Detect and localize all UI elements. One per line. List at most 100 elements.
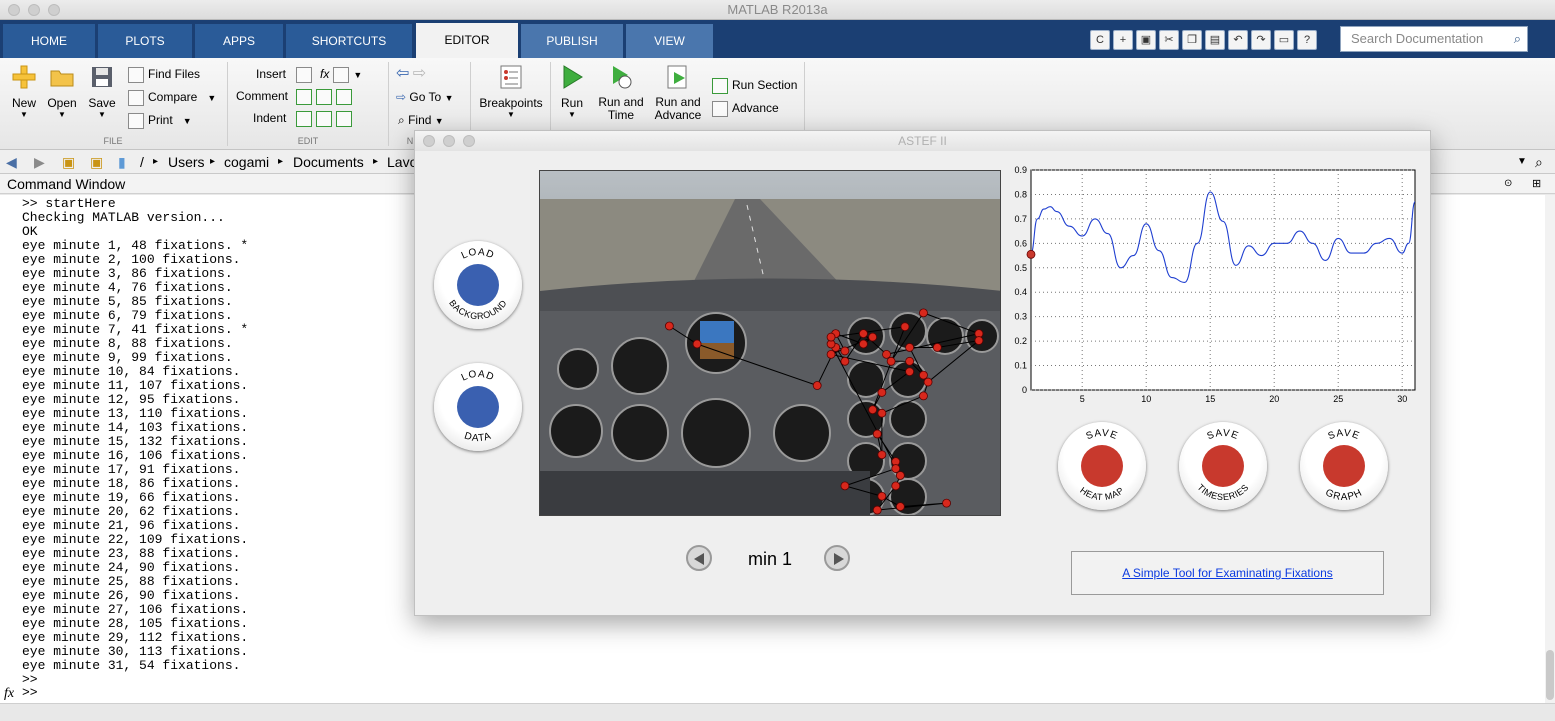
scrollbar-thumb[interactable]: [1546, 650, 1554, 700]
zoom-window-button[interactable]: [48, 4, 60, 16]
go-to-button[interactable]: ⇨ Go To ▼: [396, 87, 453, 107]
save-graph-button[interactable]: SAVE GRAPH: [1300, 422, 1388, 510]
load-background-button[interactable]: LOAD BACKGROUND: [434, 241, 522, 329]
window-title: MATLAB R2013a: [727, 2, 828, 17]
svg-text:SAVE: SAVE: [1085, 428, 1120, 442]
tab-plots[interactable]: PLOTS: [98, 24, 192, 58]
forward-arrow-icon[interactable]: ▶: [34, 150, 45, 174]
find-files-icon: [128, 66, 144, 83]
path-segment[interactable]: cogami: [224, 150, 269, 174]
astef-title: ASTEF II: [898, 134, 947, 148]
run-section-button[interactable]: Run Section: [712, 75, 797, 95]
back-arrow-icon[interactable]: ⇦: [396, 65, 409, 82]
up-folder-icon[interactable]: ▣: [62, 150, 75, 174]
fx-icon[interactable]: fx: [320, 67, 329, 81]
run-and-time-icon: [608, 64, 634, 90]
command-window-title: Command Window: [7, 176, 126, 192]
comment-icon[interactable]: [296, 88, 312, 105]
minimize-window-button[interactable]: [28, 4, 40, 16]
zoom-window-button[interactable]: [463, 135, 475, 147]
minimize-window-button[interactable]: [443, 135, 455, 147]
svg-text:SAVE: SAVE: [1327, 428, 1362, 442]
command-output-line: eye minute 10, 84 fixations.: [22, 364, 241, 379]
tab-view[interactable]: VIEW: [626, 24, 713, 58]
command-prompt[interactable]: >>: [22, 685, 38, 700]
tab-editor[interactable]: EDITOR: [416, 23, 518, 58]
search-documentation-field[interactable]: Search Documentation ⌕: [1340, 26, 1528, 52]
cockpit-background-image: [539, 170, 1001, 516]
tab-apps[interactable]: APPS: [195, 24, 283, 58]
about-link[interactable]: A Simple Tool for Examinating Fixations: [1122, 566, 1333, 580]
redo-icon[interactable]: ↷: [1251, 30, 1271, 50]
smart-indent-icon[interactable]: [296, 110, 312, 127]
load-data-button[interactable]: LOAD DATA: [434, 363, 522, 451]
tab-home[interactable]: HOME: [3, 24, 95, 58]
undo-icon[interactable]: ↶: [1228, 30, 1248, 50]
compare-button[interactable]: Compare ▼: [128, 87, 216, 107]
cut-icon[interactable]: ✂: [1159, 30, 1179, 50]
new-script-icon[interactable]: +: [1113, 30, 1133, 50]
uncomment-icon[interactable]: [316, 88, 332, 105]
comment-button[interactable]: Comment: [236, 86, 288, 106]
x-tick-label: 10: [1141, 394, 1151, 404]
go-to-icon: ⇨: [396, 90, 407, 104]
command-output-line: eye minute 24, 90 fixations.: [22, 560, 241, 575]
help-icon[interactable]: ?: [1297, 30, 1317, 50]
y-tick-label: 0.2: [1014, 336, 1027, 346]
fixation-point: [858, 329, 868, 339]
path-segment[interactable]: Lavo: [387, 150, 417, 174]
maximize-panel-icon[interactable]: ⊞: [1532, 174, 1541, 194]
command-output-line: OK: [22, 224, 38, 239]
advance-button[interactable]: Advance: [712, 98, 779, 118]
browse-folder-icon[interactable]: ▣: [90, 150, 103, 174]
save-button[interactable]: Save ▼: [78, 64, 126, 119]
vertical-scrollbar[interactable]: [1545, 195, 1555, 703]
path-dropdown-icon[interactable]: ▼: [1517, 150, 1527, 174]
quick-access-icon[interactable]: C: [1090, 30, 1110, 50]
next-minute-button[interactable]: [824, 545, 850, 571]
close-window-button[interactable]: [423, 135, 435, 147]
printer-icon: [128, 112, 144, 129]
new-file-icon: [11, 64, 37, 90]
close-window-button[interactable]: [8, 4, 20, 16]
indent-button[interactable]: Indent: [253, 108, 286, 128]
print-button[interactable]: Print ▼: [128, 110, 192, 130]
path-segment[interactable]: Documents: [293, 150, 364, 174]
search-folder-icon[interactable]: ⌕: [1535, 150, 1543, 174]
run-and-time-button[interactable]: Run and Time: [594, 64, 648, 122]
panel-menu-icon[interactable]: ⊙: [1504, 174, 1512, 194]
insert-function-icon[interactable]: [333, 66, 350, 83]
back-arrow-icon[interactable]: ◀: [6, 150, 17, 174]
search-icon[interactable]: ⌕: [1514, 27, 1521, 51]
path-separator-icon: ▸: [278, 156, 284, 167]
find-button[interactable]: ⌕ Find ▼: [398, 110, 444, 130]
group-divider: [227, 62, 228, 146]
run-and-advance-button[interactable]: Run and Advance: [650, 64, 706, 122]
forward-arrow-icon[interactable]: ⇨: [413, 65, 426, 82]
previous-minute-button[interactable]: [686, 545, 712, 571]
run-button[interactable]: Run ▼: [550, 64, 594, 119]
save-heatmap-button[interactable]: SAVE HEAT MAP: [1058, 422, 1146, 510]
find-files-button[interactable]: Find Files: [128, 64, 200, 84]
tab-shortcuts[interactable]: SHORTCUTS: [286, 24, 412, 58]
path-separator-icon: ▸: [153, 156, 159, 167]
increase-indent-icon[interactable]: [316, 110, 332, 127]
save-timeseries-label: SAVE TIMESERIES: [1195, 428, 1250, 502]
breakpoints-button[interactable]: Breakpoints ▼: [476, 64, 546, 119]
path-separator-icon: ▸: [210, 156, 216, 167]
save-timeseries-button[interactable]: SAVE TIMESERIES: [1179, 422, 1267, 510]
decrease-indent-icon[interactable]: [336, 110, 352, 127]
path-segment[interactable]: Users: [168, 150, 205, 174]
wrap-comments-icon[interactable]: [336, 88, 352, 105]
insert-button[interactable]: Insert: [256, 64, 286, 84]
copy-icon[interactable]: ❐: [1182, 30, 1202, 50]
tab-publish[interactable]: PUBLISH: [521, 24, 623, 58]
paste-icon[interactable]: ▤: [1205, 30, 1225, 50]
switch-windows-icon[interactable]: ▭: [1274, 30, 1294, 50]
path-root[interactable]: /: [140, 150, 144, 174]
save-icon[interactable]: ▣: [1136, 30, 1156, 50]
fx-icon[interactable]: fx: [4, 686, 14, 702]
insert-section-icon[interactable]: [296, 66, 312, 83]
insert-icons: fx ▼: [296, 64, 362, 84]
command-output-line: eye minute 6, 79 fixations.: [22, 308, 233, 323]
